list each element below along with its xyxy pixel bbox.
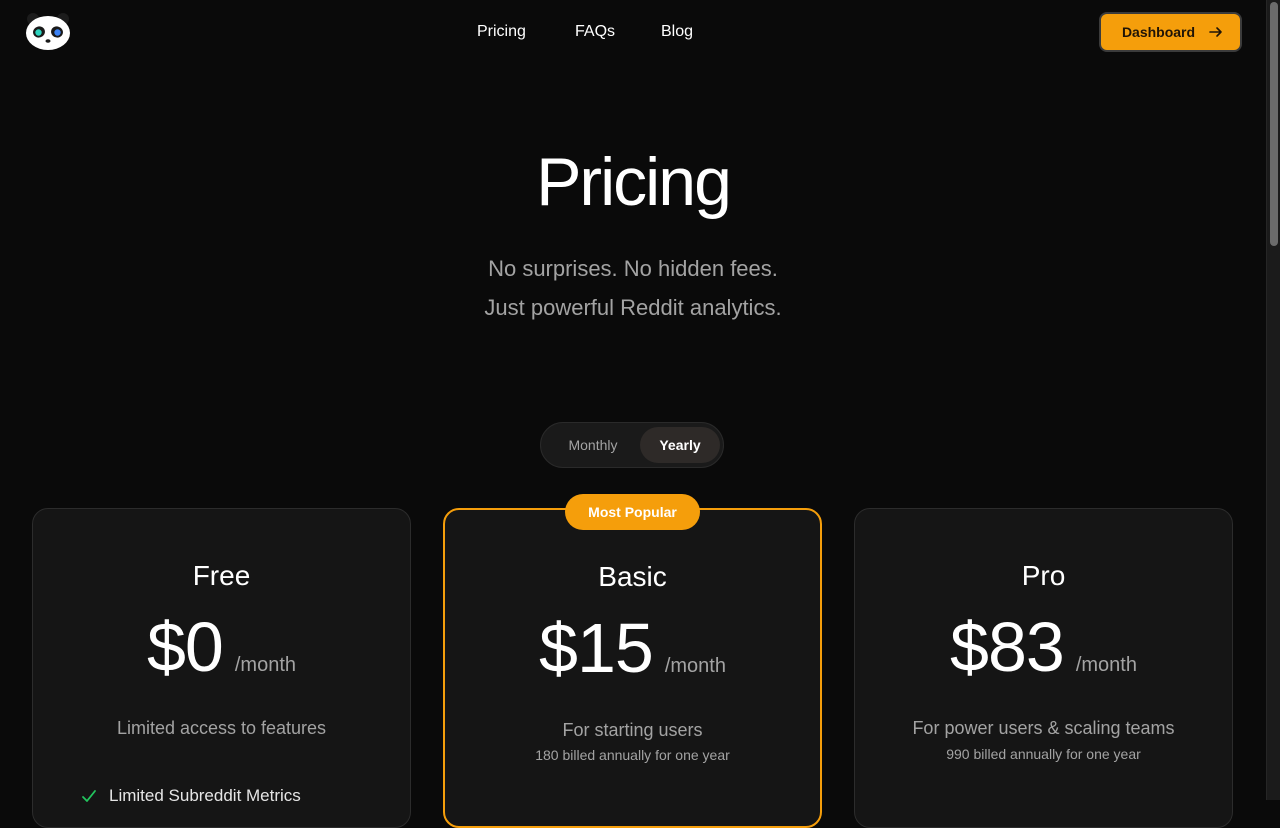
plan-price: $0 — [146, 608, 224, 686]
plan-period: /month — [234, 654, 297, 676]
panda-logo-icon[interactable] — [25, 11, 71, 51]
dashboard-button-label: Dashboard — [1121, 24, 1196, 40]
plan-period: /month — [664, 655, 726, 677]
plan-card-free: Free $0 /month Limited access to feature… — [32, 508, 411, 828]
check-icon — [82, 790, 96, 802]
most-popular-badge: Most Popular — [565, 494, 700, 530]
plan-card-basic: Basic $15 /month For starting users 180 … — [443, 508, 822, 828]
feature-item: Limited Subreddit Metrics — [81, 786, 301, 806]
plan-price: $15 — [539, 609, 654, 687]
plan-name: Basic — [598, 561, 667, 592]
arrow-right-icon — [1209, 27, 1222, 37]
hero-subtitle-line1: No surprises. No hidden fees. — [488, 256, 778, 281]
nav-link-faqs[interactable]: FAQs — [575, 22, 615, 42]
plan-description: For starting users — [562, 720, 703, 740]
scrollbar-thumb[interactable] — [1270, 2, 1278, 246]
nav-link-blog[interactable]: Blog — [661, 22, 693, 42]
plan-billing-note: 990 billed annually for one year — [946, 746, 1141, 762]
nav-link-pricing[interactable]: Pricing — [477, 22, 526, 42]
price-row: $0 /month — [33, 609, 410, 685]
billing-period-toggle: Monthly Yearly — [540, 422, 724, 468]
plan-card-pro: Pro $83 /month For power users & scaling… — [854, 508, 1233, 828]
feature-label: Limited Subreddit Metrics — [109, 786, 301, 805]
plan-billing-note: 180 billed annually for one year — [535, 747, 730, 763]
price-row: $83 /month — [855, 609, 1232, 685]
toggle-yearly[interactable]: Yearly — [640, 427, 720, 463]
price-row: $15 /month — [445, 610, 820, 686]
plan-description: Limited access to features — [116, 718, 327, 738]
page-scrollbar[interactable] — [1266, 0, 1280, 800]
plan-description: For power users & scaling teams — [912, 718, 1175, 738]
dashboard-button[interactable]: Dashboard — [1099, 12, 1242, 52]
plan-name: Pro — [1021, 560, 1066, 591]
plan-name: Free — [192, 560, 251, 591]
plan-price: $83 — [950, 608, 1065, 686]
site-header: Pricing FAQs Blog Dashboard — [0, 0, 1266, 64]
plan-period: /month — [1075, 654, 1137, 676]
hero-subtitle-line2: Just powerful Reddit analytics. — [484, 295, 782, 320]
page-title: Pricing — [536, 144, 732, 220]
toggle-monthly[interactable]: Monthly — [545, 427, 641, 463]
